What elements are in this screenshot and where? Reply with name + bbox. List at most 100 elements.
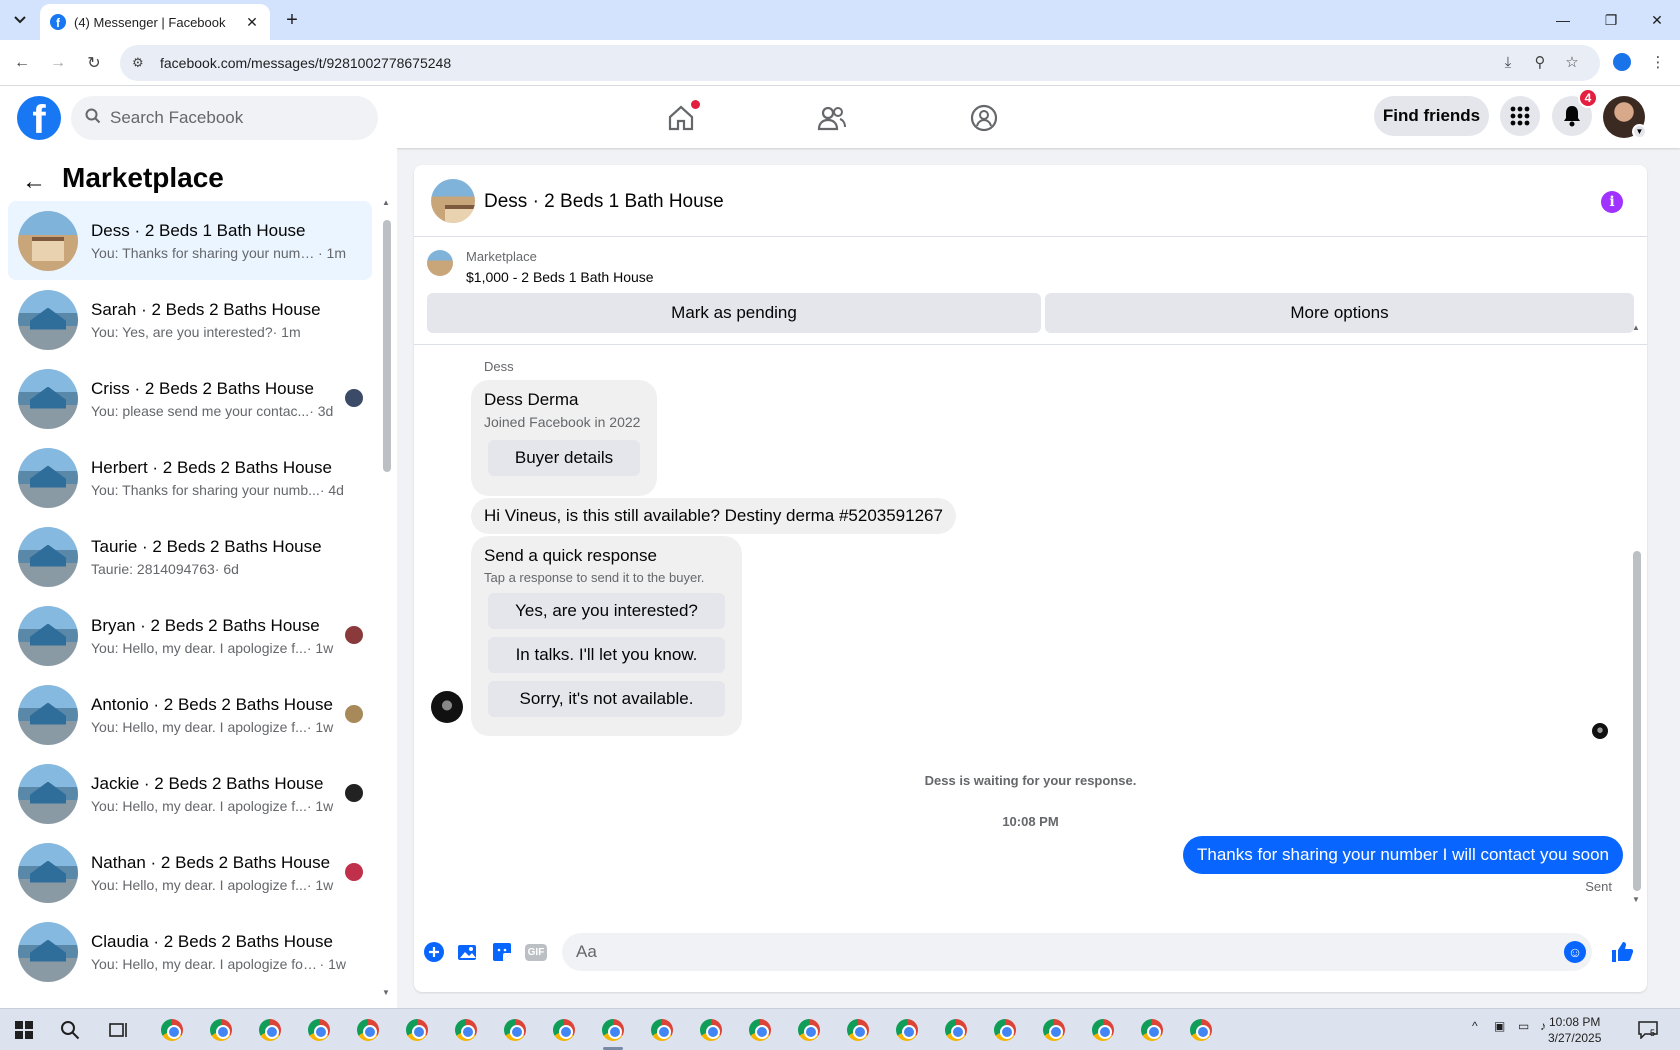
chrome-taskbar-icon[interactable]: [1189, 1018, 1213, 1042]
conversation-item[interactable]: Dess · 2 Beds 1 Bath House You: Thanks f…: [8, 201, 372, 280]
buyer-profile-card: Dess Derma Joined Facebook in 2022: [471, 380, 657, 496]
chrome-taskbar-icon[interactable]: [258, 1018, 282, 1042]
listing-price[interactable]: $1,000 - 2 Beds 1 Bath House: [466, 269, 654, 285]
tab-search-chevron-icon[interactable]: [8, 8, 32, 32]
quick-response-title: Send a quick response: [484, 546, 657, 565]
find-friends-button[interactable]: Find friends: [1374, 96, 1489, 136]
chat-scrollbar[interactable]: ▲ ▼: [1632, 323, 1641, 904]
info-icon[interactable]: i: [1601, 191, 1623, 213]
chrome-taskbar-icon[interactable]: [797, 1018, 821, 1042]
chrome-taskbar-icon[interactable]: [1091, 1018, 1115, 1042]
add-plus-icon[interactable]: [422, 940, 446, 964]
windows-start-icon[interactable]: [12, 1018, 36, 1042]
chrome-taskbar-icon[interactable]: [503, 1018, 527, 1042]
scroll-up-icon[interactable]: ▲: [1632, 323, 1640, 332]
listing-mini-thumbnail[interactable]: [427, 250, 453, 276]
back-arrow-icon[interactable]: ←: [10, 51, 34, 75]
tray-overflow-chevron-icon[interactable]: ^: [1472, 1019, 1478, 1033]
conversation-time: · 1w: [306, 639, 334, 656]
network-icon[interactable]: ▭: [1518, 1019, 1529, 1033]
scroll-down-icon[interactable]: ▼: [1632, 895, 1640, 904]
chrome-taskbar-icon[interactable]: [1140, 1018, 1164, 1042]
conversation-item[interactable]: Nathan · 2 Beds 2 Baths House You: Hello…: [8, 833, 372, 912]
chrome-taskbar-icon[interactable]: [552, 1018, 576, 1042]
facebook-search-input[interactable]: Search Facebook: [71, 96, 378, 140]
conversation-item[interactable]: Jackie · 2 Beds 2 Baths House You: Hello…: [8, 754, 372, 833]
chrome-taskbar-icon[interactable]: [944, 1018, 968, 1042]
chrome-taskbar-icon[interactable]: [748, 1018, 772, 1042]
sticker-icon[interactable]: [490, 940, 514, 964]
chrome-taskbar-icon[interactable]: [356, 1018, 380, 1042]
chrome-taskbar-icon[interactable]: [454, 1018, 478, 1042]
chrome-taskbar-icon[interactable]: [650, 1018, 674, 1042]
scroll-down-icon[interactable]: ▼: [382, 988, 390, 997]
emoji-icon[interactable]: ☺: [1564, 941, 1586, 963]
quick-response-option[interactable]: In talks. I'll let you know.: [488, 637, 725, 673]
sender-avatar[interactable]: [431, 691, 463, 723]
forward-arrow-icon[interactable]: →: [46, 51, 70, 75]
photo-icon[interactable]: [456, 940, 480, 964]
account-chevron-icon[interactable]: ▼: [1632, 124, 1647, 139]
chrome-taskbar-icon[interactable]: [846, 1018, 870, 1042]
gif-icon[interactable]: GIF: [524, 940, 548, 964]
minimize-icon[interactable]: —: [1540, 0, 1586, 40]
message-input[interactable]: Aa: [562, 933, 1592, 971]
conversation-item[interactable]: Sarah · 2 Beds 2 Baths House You: Yes, a…: [8, 280, 372, 359]
friends-nav-icon[interactable]: [776, 94, 888, 142]
url-text: facebook.com/messages/t/9281002778675248: [160, 55, 452, 71]
chrome-taskbar-icon[interactable]: [160, 1018, 184, 1042]
chat-listing-avatar[interactable]: [431, 179, 475, 223]
conversation-name: Taurie · 2 Beds 2 Baths House: [91, 536, 322, 556]
chrome-taskbar-icon[interactable]: [699, 1018, 723, 1042]
scrollbar-thumb[interactable]: [1633, 551, 1641, 891]
quick-response-option[interactable]: Yes, are you interested?: [488, 593, 725, 629]
groups-nav-icon[interactable]: [928, 94, 1040, 142]
chrome-taskbar-icon[interactable]: [307, 1018, 331, 1042]
action-center-icon[interactable]: 5: [1636, 1018, 1660, 1042]
site-settings-icon[interactable]: ⚙: [132, 55, 148, 71]
conversation-list-scrollbar[interactable]: ▲ ▼: [382, 198, 391, 998]
browser-menu-icon[interactable]: ⋮: [1646, 50, 1670, 74]
extension-icon[interactable]: [1610, 50, 1634, 74]
reload-icon[interactable]: ↻: [82, 51, 106, 75]
zoom-icon[interactable]: ⚲: [1528, 50, 1552, 74]
conversation-preview: You: Hello, my dear. I apologize f...: [91, 797, 307, 814]
taskbar-search-icon[interactable]: [58, 1018, 82, 1042]
conversation-item[interactable]: Taurie · 2 Beds 2 Baths House Taurie: 28…: [8, 517, 372, 596]
meet-icon[interactable]: ▣: [1494, 1019, 1505, 1033]
install-app-icon[interactable]: ⤓: [1496, 50, 1520, 74]
chat-title[interactable]: Dess · 2 Beds 1 Bath House: [484, 191, 724, 213]
more-options-button[interactable]: More options: [1045, 293, 1634, 333]
browser-tab[interactable]: f (4) Messenger | Facebook ✕: [40, 4, 270, 40]
like-thumbs-up-icon[interactable]: [1610, 940, 1634, 964]
buyer-details-button[interactable]: Buyer details: [488, 440, 640, 476]
tab-close-icon[interactable]: ✕: [244, 14, 260, 31]
chrome-taskbar-icon[interactable]: [405, 1018, 429, 1042]
menu-grid-icon[interactable]: [1500, 96, 1540, 136]
chrome-taskbar-icon[interactable]: [209, 1018, 233, 1042]
conversation-item[interactable]: Bryan · 2 Beds 2 Baths House You: Hello,…: [8, 596, 372, 675]
system-clock[interactable]: 10:08 PM 3/27/2025: [1548, 1014, 1601, 1046]
conversation-item[interactable]: Herbert · 2 Beds 2 Baths House You: Than…: [8, 438, 372, 517]
task-view-icon[interactable]: [107, 1018, 131, 1042]
facebook-logo-icon[interactable]: f: [17, 96, 61, 140]
bookmark-star-icon[interactable]: ☆: [1560, 50, 1584, 74]
chrome-taskbar-icon[interactable]: [895, 1018, 919, 1042]
volume-icon[interactable]: ♪: [1540, 1019, 1546, 1033]
back-arrow-icon[interactable]: ←: [22, 168, 46, 196]
conversation-item[interactable]: Criss · 2 Beds 2 Baths House You: please…: [8, 359, 372, 438]
chrome-taskbar-icon[interactable]: [1042, 1018, 1066, 1042]
conversation-item[interactable]: Antonio · 2 Beds 2 Baths House You: Hell…: [8, 675, 372, 754]
new-tab-plus-icon[interactable]: +: [280, 8, 304, 32]
chrome-taskbar-icon[interactable]: [993, 1018, 1017, 1042]
quick-response-option[interactable]: Sorry, it's not available.: [488, 681, 725, 717]
scroll-up-icon[interactable]: ▲: [382, 198, 390, 207]
restore-icon[interactable]: ❐: [1588, 0, 1634, 40]
mark-as-pending-button[interactable]: Mark as pending: [427, 293, 1041, 333]
window-close-icon[interactable]: ✕: [1634, 0, 1680, 40]
chrome-taskbar-icon-active[interactable]: [601, 1018, 625, 1042]
scrollbar-thumb[interactable]: [383, 220, 391, 472]
address-bar[interactable]: ⚙ facebook.com/messages/t/92810027786752…: [120, 45, 1600, 81]
home-nav-icon[interactable]: [625, 94, 737, 142]
conversation-item[interactable]: Claudia · 2 Beds 2 Baths House You: Hell…: [8, 912, 372, 991]
